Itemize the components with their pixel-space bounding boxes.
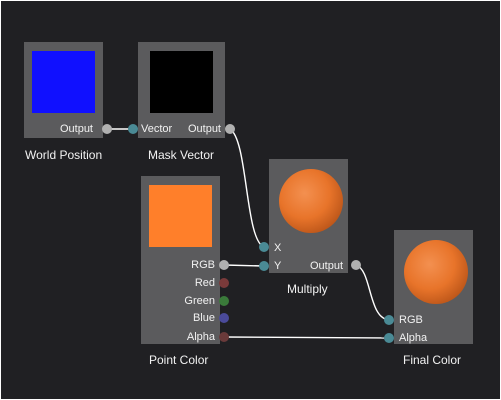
- node-multiply[interactable]: X Y: [269, 159, 348, 273]
- mask-vector-input-port[interactable]: [128, 124, 138, 134]
- point-color-red-port[interactable]: [219, 278, 229, 288]
- point-color-blue-port[interactable]: [219, 313, 229, 323]
- final-color-preview-sphere: [404, 240, 468, 304]
- final-color-rgb-label: RGB: [399, 314, 423, 326]
- point-color-alpha-label: Alpha: [186, 331, 215, 343]
- multiply-input-y-label: Y: [274, 260, 282, 272]
- world-position-preview: [32, 51, 95, 113]
- world-position-output-label: Output: [59, 123, 93, 135]
- wire-maskvector-to-multiply-x: [229, 128, 265, 248]
- point-color-rgb-port[interactable]: [219, 260, 229, 270]
- point-color-alpha-port[interactable]: [219, 332, 229, 342]
- multiply-input-y-port[interactable]: [259, 261, 269, 271]
- node-final-color[interactable]: RGB Alpha: [394, 230, 473, 344]
- multiply-title: Multiply: [287, 282, 328, 296]
- final-color-alpha-port[interactable]: [384, 333, 394, 343]
- node-point-color[interactable]: RGB Red Green Blue Alpha: [141, 176, 220, 344]
- point-color-blue-label: Blue: [192, 312, 215, 324]
- final-color-rgb-port[interactable]: [384, 315, 394, 325]
- node-world-position[interactable]: Output: [24, 42, 103, 138]
- mask-vector-input-label: Vector: [141, 123, 173, 135]
- multiply-input-x-label: X: [274, 242, 282, 254]
- final-color-title: Final Color: [403, 353, 462, 367]
- point-color-rgb-label: RGB: [191, 259, 215, 271]
- world-position-output-port[interactable]: [102, 124, 112, 134]
- final-color-alpha-label: Alpha: [399, 332, 428, 344]
- wire-pointcolor-alpha-to-finalcolor-alpha: [223, 336, 390, 339]
- multiply-output-label: Output: [310, 260, 344, 272]
- wire-multiply-to-finalcolor-rgb: [355, 264, 390, 321]
- point-color-preview: [149, 185, 212, 247]
- point-color-red-label: Red: [194, 277, 215, 289]
- node-mask-vector[interactable]: Vector Output: [138, 42, 225, 138]
- multiply-input-x-port[interactable]: [259, 242, 269, 252]
- mask-vector-output-port[interactable]: [225, 124, 235, 134]
- world-position-title: World Position: [25, 148, 103, 162]
- shader-graph-canvas[interactable]: Output World Position Vector Output Mask…: [0, 0, 501, 400]
- multiply-preview-sphere: [279, 169, 343, 233]
- point-color-green-label: Green: [184, 295, 215, 307]
- mask-vector-output-label: Output: [187, 123, 221, 135]
- mask-vector-preview: [150, 51, 213, 113]
- point-color-green-port[interactable]: [219, 296, 229, 306]
- mask-vector-title: Mask Vector: [148, 148, 215, 162]
- point-color-title: Point Color: [149, 353, 209, 367]
- multiply-output-port[interactable]: [351, 260, 361, 270]
- wire-pointcolor-rgb-to-multiply-y: [223, 264, 265, 267]
